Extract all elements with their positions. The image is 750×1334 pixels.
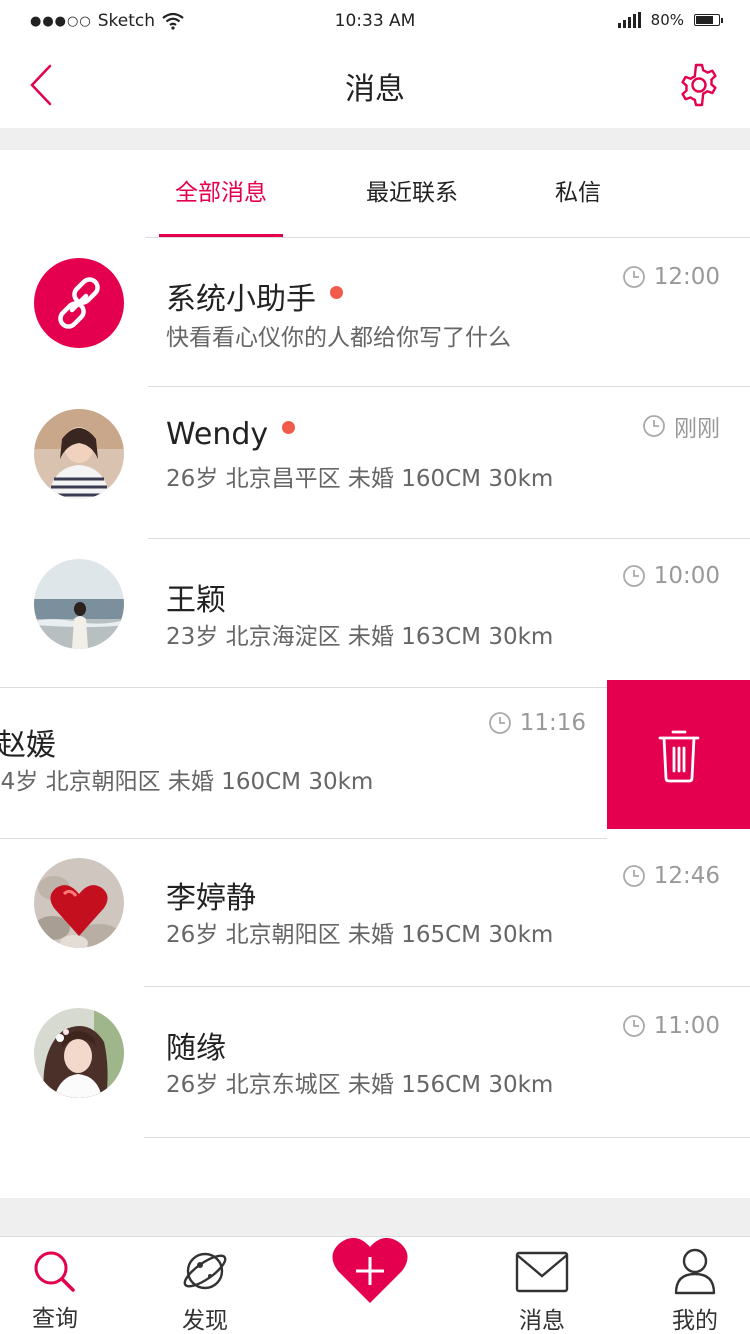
list-item-swiped[interactable]: 赵媛 24岁 北京朝阳区 未婚 160CM 30km 11:16	[0, 688, 607, 839]
clock-icon	[622, 865, 645, 887]
list-item[interactable]: Wendy 26岁 北京昌平区 未婚 160CM 30km 刚刚	[0, 387, 750, 539]
bottom-tab-bar: 查询 发现 消息 我的	[0, 1236, 750, 1334]
avatar	[34, 1008, 124, 1098]
contact-name: Wendy	[166, 417, 296, 452]
avatar	[34, 409, 124, 499]
avatar	[34, 559, 124, 649]
gear-icon	[681, 63, 717, 107]
page-title: 消息	[345, 72, 405, 107]
list-item[interactable]: 随缘 26岁 北京东城区 未婚 156CM 30km 11:00	[0, 987, 750, 1138]
clock-icon	[643, 415, 665, 437]
row-divider	[144, 1137, 750, 1138]
trash-icon	[658, 730, 699, 782]
contact-name: 李婷静	[166, 881, 256, 916]
tabbar-label: 发现	[182, 1308, 228, 1334]
settings-button[interactable]	[676, 62, 722, 108]
clock-icon	[488, 712, 511, 734]
list-item[interactable]: 李婷静 26岁 北京朝阳区 未婚 165CM 30km 12:46	[0, 839, 750, 987]
heart-plus-icon	[332, 1237, 408, 1303]
clock-icon	[622, 565, 645, 587]
list-item[interactable]: 王颖 23岁 北京海淀区 未婚 163CM 30km 10:00	[0, 539, 750, 688]
link-icon	[58, 277, 100, 329]
contact-info: 24岁 北京朝阳区 未婚 160CM 30km	[0, 769, 374, 795]
contact-name: 系统小助手	[166, 274, 343, 318]
message-time: 10:00	[622, 563, 720, 589]
photo-girl-flowers	[34, 1008, 124, 1098]
message-time: 11:16	[488, 710, 586, 736]
tabbar-search[interactable]: 查询	[0, 1237, 110, 1334]
avatar	[34, 858, 124, 948]
mail-icon	[515, 1251, 569, 1293]
list-item[interactable]: 系统小助手 快看看心仪你的人都给你写了什么 12:00	[0, 238, 750, 387]
person-icon	[674, 1248, 716, 1295]
clock-icon	[622, 266, 645, 288]
status-right: 80%	[617, 11, 723, 29]
unread-dot	[282, 421, 296, 434]
tabbar-messages[interactable]: 消息	[487, 1237, 597, 1334]
tab-private-messages[interactable]: 私信	[540, 150, 616, 238]
message-tabs: 全部消息 最近联系 私信	[0, 150, 750, 238]
status-bar: ●●●○○ Sketch 10:33 AM 80%	[0, 0, 750, 42]
tabbar-label: 查询	[32, 1306, 78, 1332]
tabbar-add[interactable]	[330, 1227, 410, 1307]
contact-info: 26岁 北京朝阳区 未婚 165CM 30km	[166, 922, 554, 948]
avatar	[34, 258, 124, 348]
message-time: 刚刚	[642, 409, 720, 443]
cell-signal-icon	[617, 12, 641, 28]
battery-percent: 80%	[650, 11, 684, 29]
message-time: 12:46	[622, 863, 720, 889]
tabbar-label: 消息	[519, 1308, 565, 1334]
tab-all-messages[interactable]: 全部消息	[159, 150, 283, 238]
message-preview: 快看看心仪你的人都给你写了什么	[166, 325, 511, 351]
contact-name: 王颖	[166, 583, 226, 618]
search-icon	[34, 1251, 75, 1292]
message-time: 12:00	[622, 264, 720, 290]
tabbar-discover[interactable]: 发现	[150, 1237, 260, 1334]
delete-button[interactable]	[607, 680, 750, 829]
battery-icon	[694, 14, 723, 26]
unread-dot	[330, 286, 343, 299]
navigation-bar: 消息	[0, 42, 750, 128]
contact-name: 随缘	[166, 1031, 226, 1066]
contact-name: 赵媛	[0, 728, 56, 763]
messages-screen: ●●●○○ Sketch 10:33 AM 80% 消息 全部消息 最近联系 私…	[0, 0, 750, 1334]
clock-icon	[622, 1015, 645, 1037]
photo-striped-shirt	[34, 409, 124, 499]
contact-info: 23岁 北京海淀区 未婚 163CM 30km	[166, 624, 554, 650]
section-separator	[0, 128, 750, 150]
contact-info: 26岁 北京昌平区 未婚 160CM 30km	[166, 466, 554, 492]
tabbar-profile[interactable]: 我的	[640, 1237, 750, 1334]
photo-red-heart	[34, 858, 124, 948]
tabbar-label: 我的	[672, 1308, 718, 1334]
contact-info: 26岁 北京东城区 未婚 156CM 30km	[166, 1072, 554, 1098]
message-time: 11:00	[622, 1013, 720, 1039]
photo-beach	[34, 559, 124, 649]
tab-recent-contacts[interactable]: 最近联系	[350, 150, 474, 238]
planet-icon	[183, 1252, 227, 1290]
